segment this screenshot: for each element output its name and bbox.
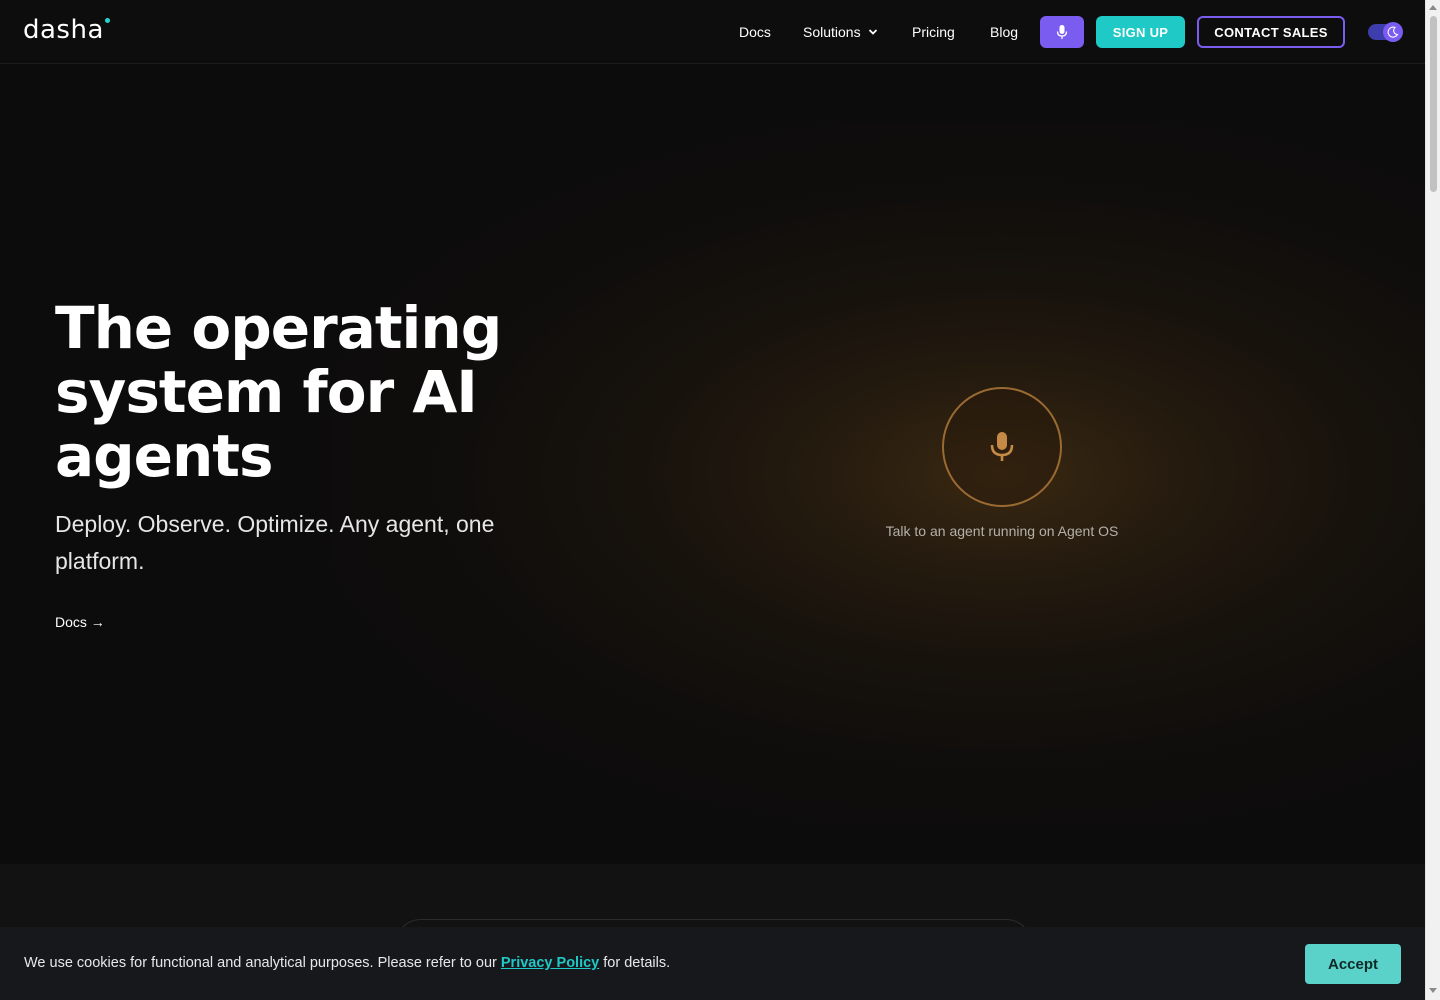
cookie-text-before: We use cookies for functional and analyt… [24, 955, 501, 971]
chevron-down-icon [869, 29, 878, 36]
contact-sales-button[interactable]: CONTACT SALES [1197, 16, 1345, 48]
talk-to-agent-button[interactable] [942, 387, 1062, 507]
scroll-down-icon[interactable] [1429, 988, 1437, 993]
accept-cookies-button[interactable]: Accept [1305, 944, 1401, 984]
cookie-text-after: for details. [599, 955, 671, 971]
hero-title: The operating system for AI agents [55, 294, 502, 490]
privacy-policy-link[interactable]: Privacy Policy [501, 955, 599, 971]
hero-subtitle: Deploy. Observe. Optimize. Any agent, on… [55, 511, 495, 574]
dasha-logo[interactable]: dasha [23, 14, 110, 46]
toggle-knob [1383, 22, 1403, 42]
logo-text: dasha [23, 15, 104, 45]
theme-toggle[interactable] [1368, 22, 1403, 42]
nav-solutions[interactable]: Solutions [803, 21, 878, 43]
microphone-icon [1056, 25, 1068, 39]
top-navigation: dasha Docs Solutions Pricing Blog SIGN U… [0, 0, 1425, 64]
scroll-thumb[interactable] [1430, 16, 1437, 192]
agent-caption: Talk to an agent running on Agent OS [885, 523, 1119, 539]
scrollbar[interactable] [1425, 0, 1440, 1000]
hero-docs-link[interactable]: Docs → [55, 614, 105, 630]
sign-up-button[interactable]: SIGN UP [1096, 16, 1185, 48]
cookie-banner: We use cookies for functional and analyt… [0, 927, 1425, 1000]
scroll-up-icon[interactable] [1429, 5, 1437, 10]
nav-pricing[interactable]: Pricing [912, 21, 955, 43]
nav-docs[interactable]: Docs [739, 21, 771, 43]
moon-icon [1387, 26, 1399, 38]
hero-section: The operating system for AI agents Deplo… [0, 64, 1425, 864]
nav-solutions-label: Solutions [803, 24, 861, 40]
cookie-message: We use cookies for functional and analyt… [24, 955, 670, 971]
nav-blog[interactable]: Blog [990, 21, 1018, 43]
logo-dot [104, 18, 110, 23]
voice-agent-button[interactable] [1040, 16, 1084, 48]
microphone-icon [990, 432, 1014, 461]
